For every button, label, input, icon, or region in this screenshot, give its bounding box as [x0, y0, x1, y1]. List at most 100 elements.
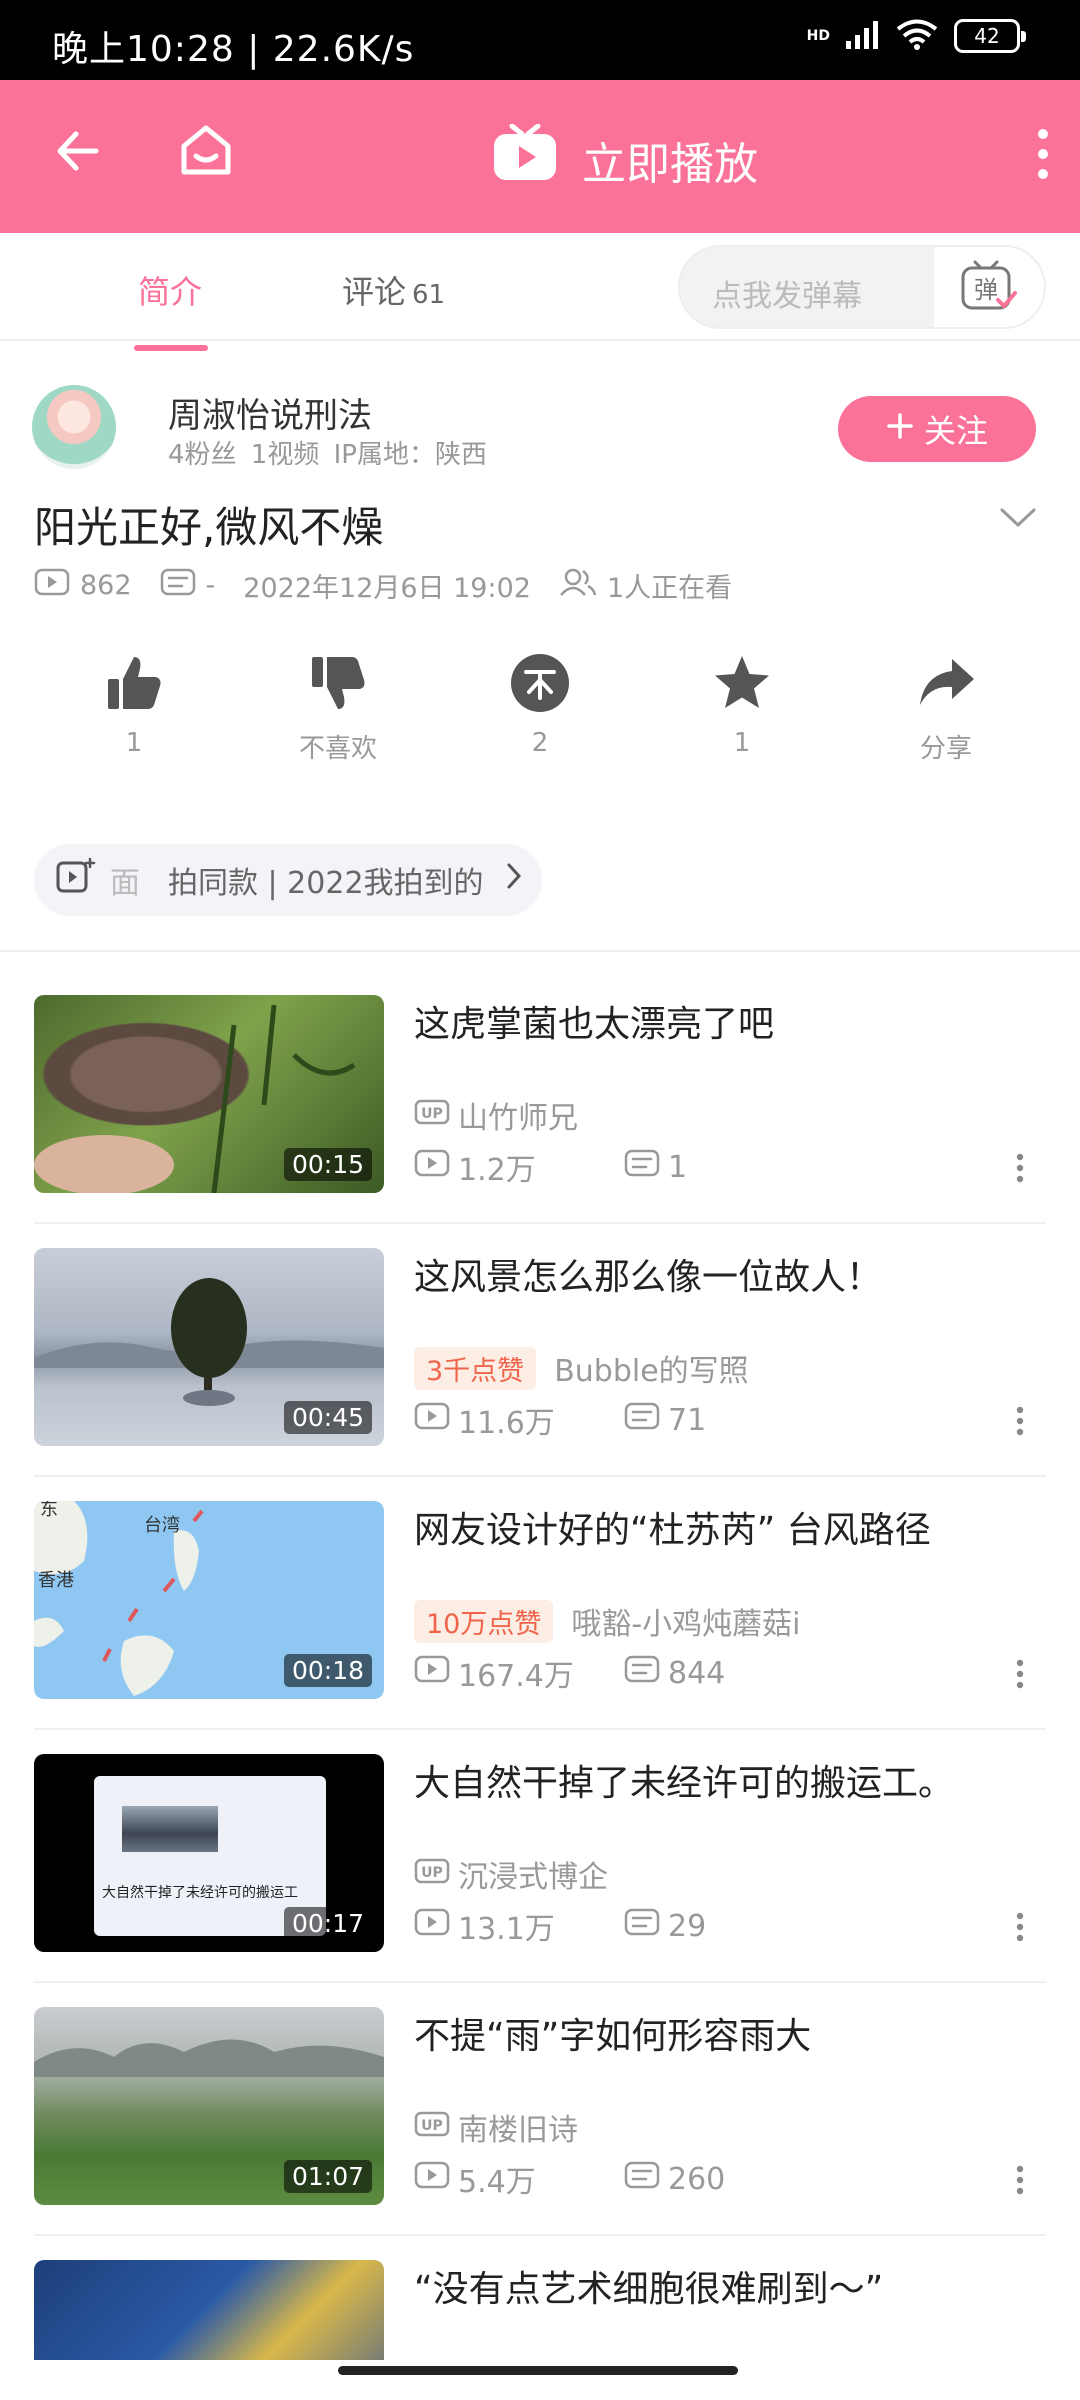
coin-count: 2	[531, 728, 549, 758]
video-thumbnail[interactable]: 01:07	[34, 2007, 384, 2205]
related-video-item[interactable]: 01:07 不提“雨”字如何形容雨大 UP 南楼旧诗 5.4万 260	[0, 2007, 1080, 2260]
follow-button[interactable]: 关注	[838, 396, 1036, 462]
promo-prefix: 面	[110, 866, 140, 901]
likes-badge: 10万点赞	[414, 1599, 554, 1643]
view-count: 5.4万	[458, 2165, 536, 2200]
uploader-name[interactable]: 周淑怡说刑法	[168, 388, 372, 437]
plus-icon	[886, 410, 914, 448]
up-badge-icon: UP	[414, 2110, 450, 2145]
comment-count: 1	[668, 1149, 688, 1185]
share-button[interactable]: 分享	[876, 650, 1016, 765]
back-arrow-icon[interactable]	[52, 126, 102, 180]
promo-text: 拍同款 | 2022我拍到的	[168, 866, 484, 901]
related-video-item[interactable]: 00:15 这虎掌菌也太漂亮了吧 UP 山竹师兄 1.2万 1	[0, 995, 1080, 1248]
related-video-item[interactable]: “没有点艺术细胞很难刷到～”	[0, 2260, 1080, 2360]
favorite-button[interactable]: 1	[672, 650, 812, 758]
avatar[interactable]	[32, 385, 116, 469]
map-label-hongkong: 香港	[38, 1570, 74, 1591]
play-now-button[interactable]: 立即播放	[492, 123, 758, 195]
battery-level: 42	[974, 24, 1000, 48]
more-options-icon[interactable]	[1016, 1912, 1024, 1946]
danmaku-input[interactable]: 点我发弹幕 弹	[678, 245, 1046, 329]
video-duration: 00:15	[283, 1148, 372, 1181]
danmaku-placeholder: 点我发弹幕	[712, 279, 862, 314]
same-style-link[interactable]: 面 拍同款 | 2022我拍到的	[34, 844, 542, 916]
video-title: 阳光正好,微风不燥	[34, 503, 384, 552]
play-count-icon	[414, 1908, 450, 1944]
comment-count: 844	[668, 1655, 726, 1691]
related-video-title: 大自然干掉了未经许可的搬运工。	[414, 1763, 955, 1804]
view-count: 167.4万	[458, 1659, 574, 1694]
video-duration: 00:45	[283, 1401, 372, 1434]
svg-text:UP: UP	[421, 2118, 443, 2134]
related-video-item[interactable]: 00:45 这风景怎么那么像一位故人！ 3千点赞 Bubble的写照 11.6万 …	[0, 1248, 1080, 1501]
author-name: 哦豁-小鸡炖蘑菇i	[571, 1607, 801, 1642]
video-thumbnail[interactable]	[34, 2260, 384, 2360]
related-video-title: 这虎掌菌也太漂亮了吧	[414, 1004, 775, 1045]
chevron-down-icon[interactable]	[1000, 508, 1036, 532]
video-meta: 862 - 2022年12月6日 19:02 1人正在看	[34, 566, 760, 605]
thumbs-down-icon	[308, 653, 368, 720]
play-count-icon	[414, 1149, 450, 1185]
section-divider	[0, 950, 1080, 952]
play-count-icon	[414, 1402, 450, 1438]
dislike-button[interactable]: 不喜欢	[268, 650, 408, 765]
battery-icon: 42	[954, 19, 1026, 53]
row-separator	[34, 1222, 1046, 1224]
tab-comments-label: 评论	[342, 273, 407, 311]
related-video-title: “没有点艺术细胞很难刷到～”	[414, 2269, 884, 2310]
tab-intro[interactable]: 简介	[133, 267, 209, 351]
video-thumbnail[interactable]: 00:15	[34, 995, 384, 1193]
play-count-icon	[34, 568, 70, 603]
tab-intro-label: 简介	[138, 273, 203, 311]
row-separator	[34, 1475, 1046, 1477]
author-name: Bubble的写照	[554, 1354, 749, 1389]
comment-count: 71	[668, 1402, 707, 1438]
share-icon	[916, 653, 976, 720]
share-label: 分享	[919, 734, 972, 764]
danmaku-count-icon	[624, 2161, 660, 2197]
home-icon[interactable]	[178, 122, 234, 182]
status-time: 晚上10:28 | 22.6K/s	[52, 29, 415, 70]
chevron-right-icon	[506, 862, 522, 898]
view-count: 1.2万	[458, 1153, 536, 1188]
up-badge-icon: UP	[414, 1857, 450, 1892]
video-thumbnail[interactable]: 东台湾 香港 00:18	[34, 1501, 384, 1699]
more-options-icon[interactable]	[1016, 1659, 1024, 1693]
watching-count: 1人正在看	[606, 573, 733, 604]
view-count: 11.6万	[458, 1406, 555, 1441]
row-separator	[34, 2234, 1046, 2236]
more-options-icon[interactable]	[1016, 2165, 1024, 2199]
svg-text:UP: UP	[421, 1106, 443, 1122]
related-video-item[interactable]: 大自然干掉了未经许可的搬运工 00:17 大自然干掉了未经许可的搬运工。 UP 沉…	[0, 1754, 1080, 2007]
more-options-icon[interactable]	[1016, 1406, 1024, 1440]
more-options-icon[interactable]	[1036, 126, 1050, 186]
action-bar: 1 不喜欢 2 1 分享	[0, 650, 1080, 770]
related-video-title: 不提“雨”字如何形容雨大	[414, 2016, 812, 2057]
play-now-label: 立即播放	[582, 138, 758, 190]
map-label-taiwan: 台湾	[144, 1515, 180, 1536]
related-video-item[interactable]: 东台湾 香港 00:18 网友设计好的“杜苏芮” 台风路径 10万点赞 哦豁-小鸡炖…	[0, 1501, 1080, 1754]
follow-label: 关注	[923, 412, 988, 450]
tab-comments[interactable]: 评论 61	[342, 267, 445, 313]
related-video-title: 网友设计好的“杜苏芮” 台风路径	[414, 1510, 931, 1551]
row-separator	[34, 1728, 1046, 1730]
video-thumbnail[interactable]: 大自然干掉了未经许可的搬运工 00:17	[34, 1754, 384, 1952]
network-type: HD	[806, 28, 830, 44]
danmaku-count-icon	[624, 1655, 660, 1691]
danmaku-count-icon	[160, 568, 196, 603]
coin-button[interactable]: 2	[470, 650, 610, 758]
like-button[interactable]: 1	[64, 650, 204, 758]
view-count: 862	[80, 570, 132, 601]
related-video-title: 这风景怎么那么像一位故人！	[414, 1257, 883, 1298]
danmaku-settings-button[interactable]: 弹	[934, 247, 1044, 327]
more-options-icon[interactable]	[1016, 1153, 1024, 1187]
up-badge-icon: UP	[414, 1098, 450, 1133]
wifi-icon	[896, 18, 938, 54]
video-thumbnail[interactable]: 00:45	[34, 1248, 384, 1446]
author-name: 沉浸式博企	[458, 1860, 608, 1895]
status-bar: 晚上10:28 | 22.6K/s HD 42	[0, 0, 1080, 80]
watching-icon	[559, 567, 597, 604]
home-gesture-bar[interactable]	[338, 2366, 738, 2375]
like-count: 1	[125, 728, 143, 758]
